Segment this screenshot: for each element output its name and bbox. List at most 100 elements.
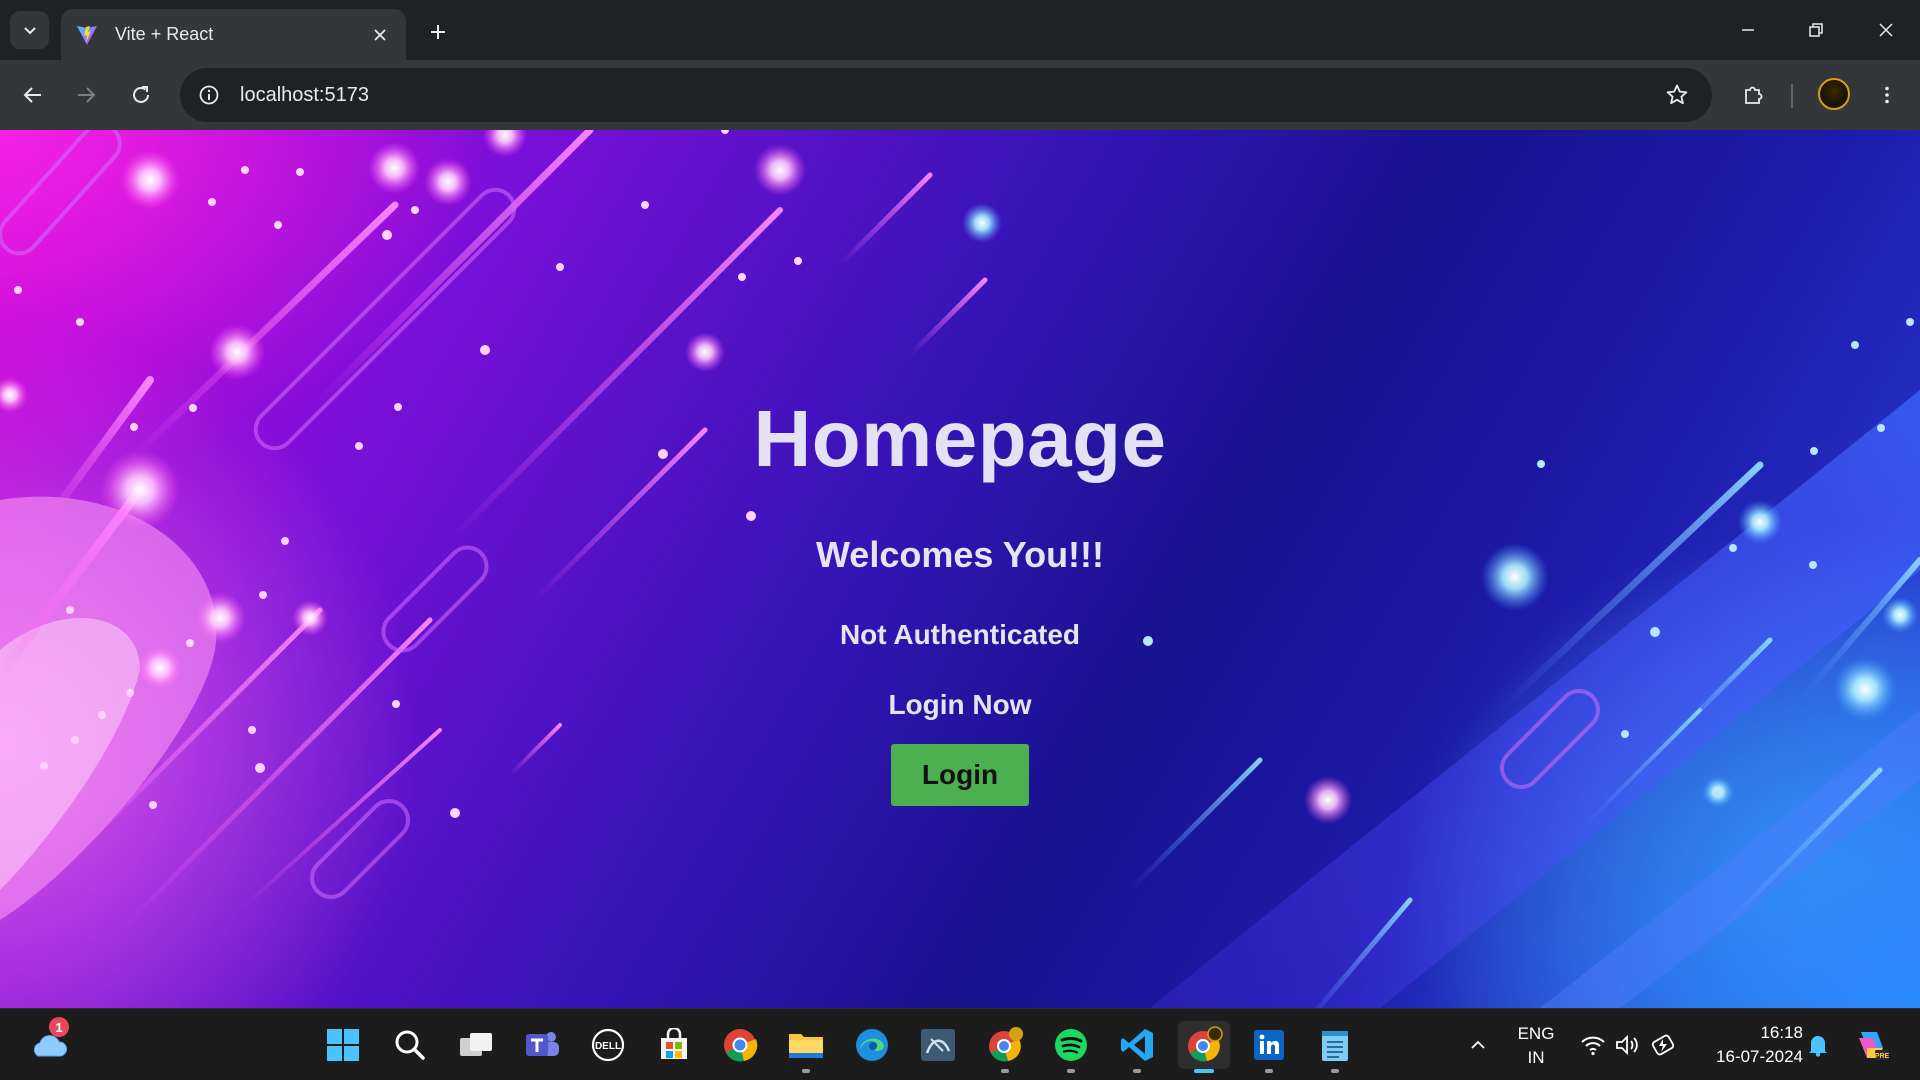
file-explorer-button[interactable] — [782, 1021, 830, 1073]
wifi-icon — [1581, 1036, 1605, 1056]
running-indicator — [802, 1069, 810, 1073]
url-text[interactable]: localhost:5173 — [240, 84, 1660, 107]
volume-control[interactable] — [1607, 1021, 1647, 1069]
task-view-button[interactable] — [452, 1021, 500, 1069]
info-icon — [199, 85, 219, 105]
linkedin-button[interactable] — [1245, 1021, 1293, 1073]
battery-charging-icon — [1651, 1034, 1675, 1056]
dell-icon: DELL — [591, 1028, 625, 1062]
minimize-icon — [1742, 29, 1754, 31]
running-indicator — [1067, 1069, 1075, 1073]
dell-button[interactable]: DELL — [584, 1021, 632, 1069]
copilot-button[interactable]: PRE — [1848, 1021, 1896, 1069]
tab-title: Vite + React — [115, 24, 214, 44]
forward-button[interactable] — [67, 76, 105, 114]
search-icon — [395, 1030, 425, 1060]
teams-button[interactable] — [518, 1021, 566, 1069]
language-code: ENG — [1517, 1024, 1555, 1043]
running-indicator — [1265, 1069, 1273, 1073]
taskbar-search-button[interactable] — [386, 1021, 434, 1069]
vscode-icon — [1121, 1029, 1153, 1061]
vite-favicon-icon — [77, 25, 97, 45]
edge-button[interactable] — [848, 1021, 896, 1069]
browser-tab-strip: Vite + React — [0, 0, 1920, 60]
store-icon — [661, 1028, 687, 1059]
notepad-button[interactable] — [1311, 1021, 1359, 1073]
restore-button[interactable] — [1782, 8, 1850, 52]
welcome-heading: Welcomes You!!! — [815, 534, 1105, 575]
reload-button[interactable] — [122, 76, 160, 114]
running-indicator — [1133, 1069, 1141, 1073]
address-bar[interactable]: localhost:5173 — [180, 68, 1712, 122]
toolbar-divider — [1791, 84, 1793, 108]
reload-icon — [133, 86, 149, 103]
battery-status[interactable] — [1644, 1021, 1684, 1069]
chevron-up-icon — [1471, 1040, 1485, 1049]
close-window-button[interactable] — [1852, 8, 1920, 52]
vscode-button[interactable] — [1113, 1021, 1161, 1073]
teams-icon — [526, 1032, 559, 1056]
plus-icon — [431, 25, 445, 39]
chrome-icon — [724, 1029, 758, 1062]
chrome-profile-button[interactable] — [981, 1021, 1029, 1073]
profile-avatar[interactable] — [1818, 78, 1850, 110]
homepage-content: Homepage Welcomes You!!! Not Authenticat… — [0, 130, 1920, 1008]
notification-badge: 1 — [49, 1017, 69, 1037]
browser-toolbar: localhost:5173 — [0, 60, 1920, 130]
auth-status-text: Not Authenticated — [839, 619, 1081, 650]
close-icon — [1879, 23, 1893, 37]
clock[interactable]: 16:18 16-07-2024 — [1693, 1021, 1803, 1069]
running-indicator — [1001, 1069, 1009, 1073]
tab-close-button[interactable] — [368, 23, 392, 47]
running-indicator — [1331, 1069, 1339, 1073]
chrome-menu-button[interactable] — [1868, 76, 1906, 114]
chrome-profile-icon — [989, 1027, 1023, 1062]
arrow-right-icon — [78, 87, 96, 103]
spotify-button[interactable] — [1047, 1021, 1095, 1073]
mysql-workbench-icon — [921, 1029, 955, 1061]
page-title: Homepage — [753, 394, 1167, 483]
copilot-icon: PRE — [1859, 1032, 1890, 1060]
chrome-active-icon — [1188, 1026, 1223, 1062]
notepad-icon — [1322, 1031, 1348, 1061]
weather-widget[interactable]: 1 — [24, 1017, 72, 1069]
folder-icon — [789, 1034, 823, 1058]
chrome-active-button[interactable] — [1178, 1021, 1230, 1073]
extensions-button[interactable] — [1734, 76, 1772, 114]
start-button[interactable] — [319, 1021, 367, 1069]
microsoft-store-button[interactable] — [650, 1021, 698, 1069]
new-tab-button[interactable] — [422, 16, 454, 48]
minimize-button[interactable] — [1714, 8, 1782, 52]
close-icon — [374, 28, 386, 41]
chrome-button[interactable] — [716, 1021, 764, 1069]
tab-search-button[interactable] — [10, 11, 49, 49]
edge-icon — [856, 1029, 888, 1061]
language-indicator[interactable]: ENG IN — [1508, 1022, 1564, 1070]
task-view-icon — [460, 1033, 492, 1056]
back-button[interactable] — [14, 76, 52, 114]
more-vert-icon — [1885, 86, 1889, 104]
notifications-button[interactable] — [1800, 1021, 1836, 1069]
svg-text:PRE: PRE — [1875, 1053, 1890, 1060]
site-info-button[interactable] — [192, 78, 226, 112]
mysql-workbench-button[interactable] — [914, 1021, 962, 1069]
active-indicator — [1194, 1069, 1214, 1073]
svg-text:DELL: DELL — [595, 1041, 621, 1052]
login-button[interactable]: Login — [891, 744, 1029, 806]
clock-time: 16:18 — [1760, 1023, 1803, 1042]
show-hidden-icons-button[interactable] — [1454, 1021, 1502, 1069]
browser-tab[interactable]: Vite + React — [61, 9, 406, 60]
puzzle-icon — [1745, 86, 1763, 104]
bookmark-button[interactable] — [1660, 78, 1694, 112]
star-icon — [1666, 84, 1688, 105]
spotify-icon — [1055, 1029, 1087, 1061]
region-code: IN — [1527, 1048, 1545, 1067]
speaker-icon — [1616, 1034, 1638, 1056]
page-viewport: Homepage Welcomes You!!! Not Authenticat… — [0, 130, 1920, 1008]
arrow-left-icon — [23, 87, 41, 103]
clock-date: 16-07-2024 — [1716, 1047, 1803, 1066]
bell-icon — [1809, 1036, 1827, 1057]
linkedin-icon — [1254, 1030, 1284, 1060]
windows-taskbar: 1 DELL ENG IN 16:18 16-07-2024 PRE — [0, 1008, 1920, 1080]
chevron-down-icon — [23, 27, 36, 35]
